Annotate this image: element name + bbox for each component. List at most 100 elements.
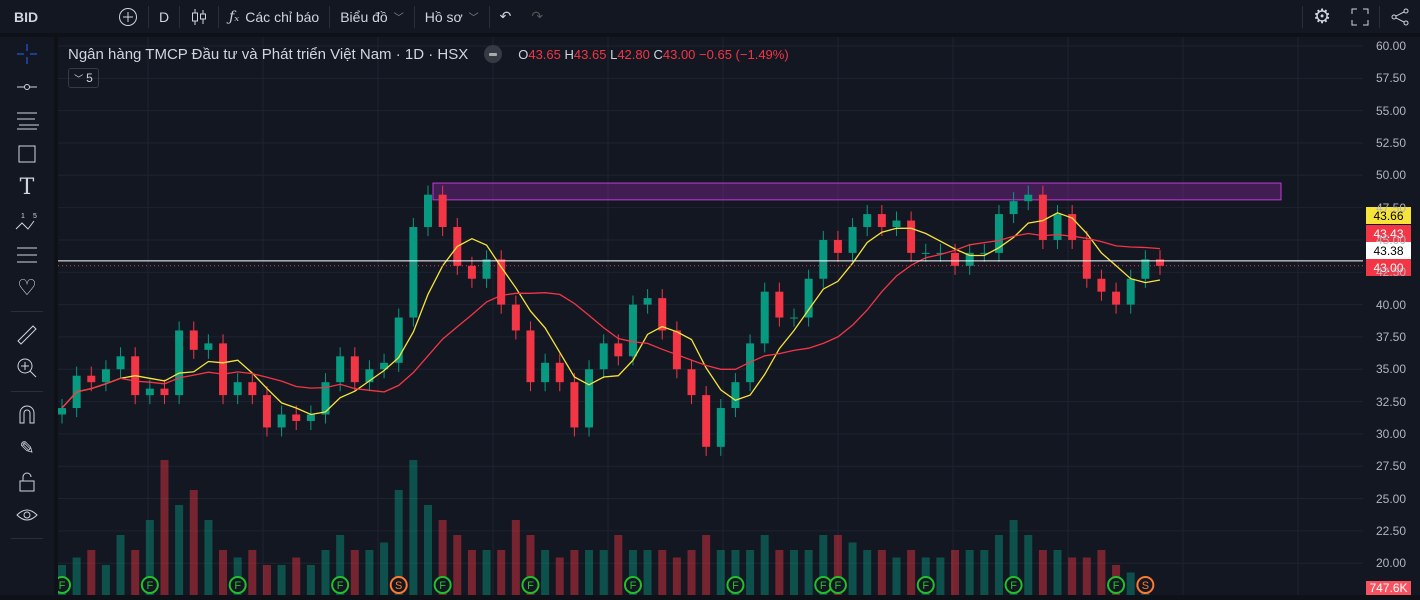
magnet-tool[interactable] <box>0 398 54 432</box>
price-tick: 52.50 <box>1376 135 1407 150</box>
rectangle-tool[interactable] <box>0 138 54 172</box>
candle-body <box>350 356 359 383</box>
volume-bar <box>453 535 462 595</box>
candle-body <box>1024 194 1033 202</box>
candle-body <box>687 369 696 396</box>
candle-body <box>145 388 154 396</box>
price-tick: 25.00 <box>1376 491 1407 506</box>
candle-body <box>731 382 740 409</box>
horizontal-ray-icon <box>17 84 37 91</box>
icon-tool[interactable]: ♡ <box>0 272 54 306</box>
unlock-icon <box>19 472 35 492</box>
candle-body <box>467 265 476 279</box>
price-tick: 57.50 <box>1376 71 1407 86</box>
price-chart[interactable]: FFFFSFFFFFFFFFS <box>53 37 1420 595</box>
volume-bar <box>511 520 520 595</box>
forecast-icon <box>17 247 37 263</box>
volume-bar <box>863 550 872 595</box>
volume-bar <box>746 550 755 595</box>
candle-body <box>233 382 242 396</box>
event-marker-label: F <box>922 580 929 592</box>
volume-bar <box>277 565 286 595</box>
price-tick: 20.00 <box>1376 556 1407 571</box>
candle-body <box>921 252 930 254</box>
volume-bar <box>775 550 784 595</box>
event-marker-label: F <box>1010 580 1017 592</box>
measure-tool[interactable] <box>0 318 54 352</box>
candle-body <box>175 330 184 396</box>
interval-button[interactable]: D <box>149 0 179 33</box>
crosshair-icon <box>17 43 37 64</box>
price-tick: 27.50 <box>1376 459 1407 474</box>
candle-body <box>804 278 813 318</box>
compare-button[interactable] <box>108 0 148 33</box>
fib-tool[interactable] <box>0 104 54 138</box>
volume-bar <box>965 550 974 595</box>
candle-body <box>1053 214 1062 240</box>
lock-drawing-tool[interactable]: ✎ <box>0 432 54 466</box>
chart-pane[interactable]: FFFFSFFFFFFFFFS <box>53 37 1420 595</box>
candle-body <box>863 214 872 228</box>
undo-button[interactable]: ↶ <box>490 0 522 33</box>
candle-body <box>819 239 828 279</box>
price-tick: 30.00 <box>1376 426 1407 441</box>
volume-bar <box>1082 557 1091 595</box>
trend-line-tool[interactable] <box>0 71 54 105</box>
indicators-collapse-button[interactable]: ﹀ 5 <box>68 68 99 88</box>
chart-type-button[interactable] <box>180 0 218 33</box>
volume-bar <box>994 535 1003 595</box>
chart-menu-button[interactable]: Biểu đồ ﹀ <box>330 0 413 33</box>
candle-body <box>277 414 286 428</box>
candle-body <box>482 259 491 279</box>
volume-bar <box>72 557 81 595</box>
hide-legend-button[interactable] <box>484 45 503 63</box>
pencil-lock-icon: ✎ <box>19 437 35 458</box>
candle-body <box>204 343 213 350</box>
crosshair-tool[interactable] <box>0 37 54 71</box>
event-marker-label: F <box>234 580 241 592</box>
hide-drawings-tool[interactable] <box>0 499 54 533</box>
volume-bar <box>424 505 432 595</box>
candle-body <box>877 214 886 228</box>
candle-body <box>951 252 960 266</box>
event-marker-label: F <box>1113 580 1120 592</box>
candle-body <box>599 343 608 370</box>
volume-bar <box>892 557 901 595</box>
volume-bar <box>877 550 886 595</box>
indicators-button[interactable]: ƒₓ Các chỉ báo <box>219 0 329 33</box>
symbol-search[interactable]: BID <box>0 9 108 25</box>
magnet-icon <box>19 405 35 424</box>
volume-bar <box>350 550 359 595</box>
volume-bar <box>101 565 110 595</box>
redo-button[interactable]: ↷ <box>521 0 553 33</box>
price-tick: 22.50 <box>1376 523 1407 538</box>
zoom-tool[interactable] <box>0 352 54 386</box>
fullscreen-button[interactable] <box>1341 0 1379 33</box>
text-icon: T <box>19 175 35 201</box>
volume-bar <box>1097 550 1106 595</box>
profile-menu-button[interactable]: Hồ sơ ﹀ <box>415 0 489 33</box>
volume-bar <box>1024 535 1033 595</box>
candle-body <box>672 330 681 370</box>
price-tick: 35.00 <box>1376 362 1407 377</box>
candle-body <box>702 395 711 447</box>
volume-bar <box>848 542 857 595</box>
candle-body <box>1082 239 1091 279</box>
candle-body <box>438 194 447 228</box>
candle-body <box>394 317 403 363</box>
share-button[interactable] <box>1380 0 1420 33</box>
volume-bar <box>248 550 257 595</box>
volume-bar <box>585 550 594 595</box>
pattern-tool[interactable]: 15 <box>0 205 54 239</box>
candle-body <box>336 356 345 383</box>
candle-body <box>541 362 550 383</box>
candle-body <box>585 369 594 428</box>
volume-bar <box>306 565 315 595</box>
price-tick: 60.00 <box>1376 39 1407 53</box>
volume-bar <box>262 565 271 595</box>
text-tool[interactable]: T <box>0 171 54 205</box>
volume-bar <box>599 550 608 595</box>
prediction-tool[interactable] <box>0 238 54 272</box>
lock-all-tool[interactable] <box>0 465 54 499</box>
settings-button[interactable]: ⚙ <box>1303 0 1341 33</box>
